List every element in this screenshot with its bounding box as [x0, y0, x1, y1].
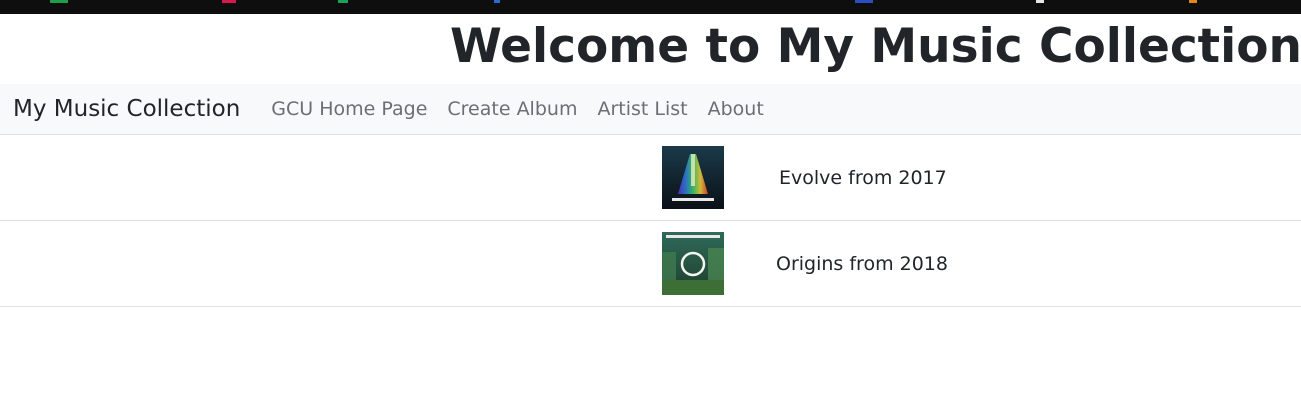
- nav-link-create-album[interactable]: Create Album: [437, 98, 587, 120]
- table-row: Origins from 2018: [0, 221, 1301, 307]
- nav-link-gcu-home[interactable]: GCU Home Page: [261, 98, 437, 120]
- album-cover-art: [662, 146, 724, 209]
- taskbar-icon: [50, 0, 68, 3]
- album-table: Evolve from 2017 Origins from 2018: [0, 134, 1301, 307]
- nav-link-about[interactable]: About: [698, 98, 774, 120]
- taskbar-icon: [494, 0, 500, 3]
- album-caption: Evolve from 2017: [779, 167, 947, 189]
- album-cover-image: [662, 146, 724, 209]
- taskbar-icon: [855, 0, 873, 3]
- taskbar-icon: [222, 0, 236, 3]
- table-row: Evolve from 2017: [0, 135, 1301, 221]
- taskbar-icon: [1036, 0, 1044, 3]
- album-caption: Origins from 2018: [776, 253, 948, 275]
- taskbar-icon: [338, 0, 348, 3]
- taskbar-icon: [1189, 0, 1197, 3]
- album-cover-art: [662, 232, 724, 295]
- browser-top-strip: [0, 0, 1301, 14]
- nav-link-artist-list[interactable]: Artist List: [587, 98, 697, 120]
- navbar-brand[interactable]: My Music Collection: [13, 96, 240, 122]
- album-cover-image: [662, 232, 724, 295]
- top-navbar: My Music Collection GCU Home Page Create…: [0, 84, 1301, 134]
- page-title: Welcome to My Music Collection: [450, 19, 1301, 74]
